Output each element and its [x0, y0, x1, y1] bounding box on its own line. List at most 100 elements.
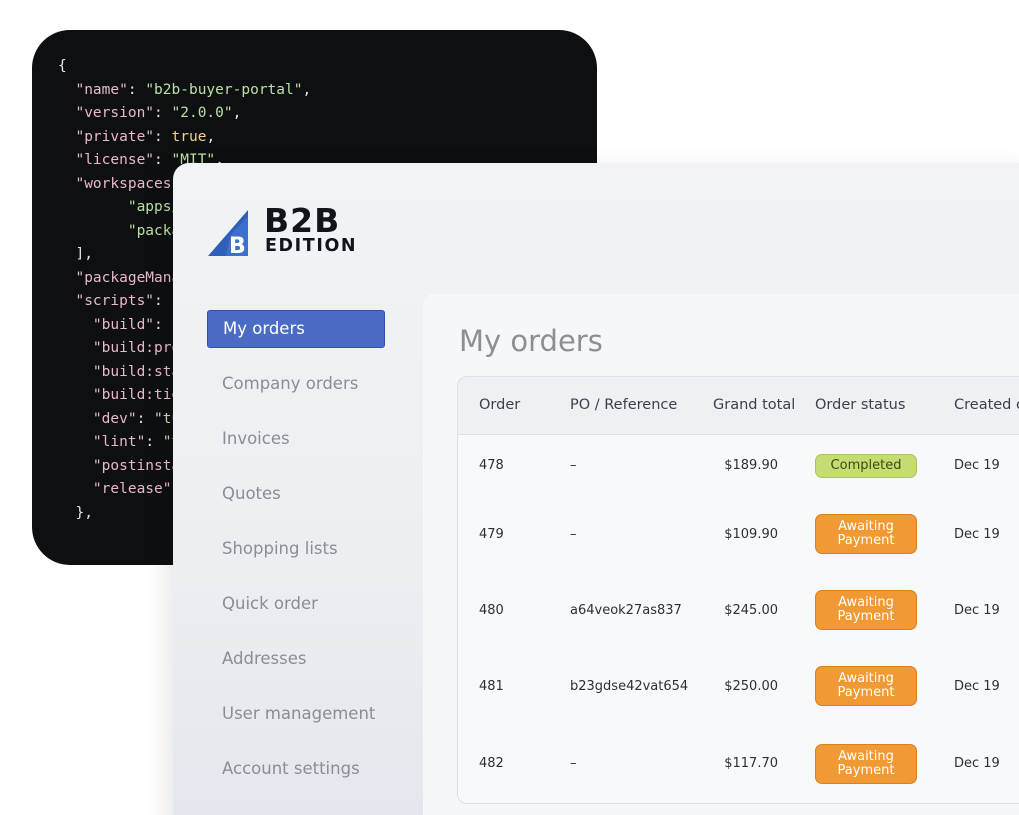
main-panel: My orders Order PO / Reference Grand total…	[423, 294, 1019, 815]
code-token: ,	[232, 105, 242, 121]
column-header[interactable]: Order	[479, 377, 520, 434]
code-token: ,	[302, 81, 312, 98]
grand-total: $109.90	[724, 526, 778, 542]
po-reference: –	[570, 458, 577, 473]
table-row[interactable]: 480 a64veok27as837 $245.00 Awaiting Payment…	[458, 572, 1019, 649]
status-badge: Awaiting Payment	[815, 743, 917, 784]
order-status-cell: Completed	[815, 435, 917, 496]
table-row[interactable]: 481 b23gdse42vat654 $250.00 Awaiting Paymen…	[458, 648, 1019, 725]
status-badge: Awaiting Payment	[815, 514, 917, 554]
created-date: Dec 19	[954, 458, 1000, 473]
code-token: "dev"	[92, 410, 137, 427]
grand-total: $250.00	[724, 678, 778, 694]
logo-subtitle: EDITION	[265, 236, 358, 256]
b2b-logo-mark-icon: B	[208, 210, 248, 256]
order-status-cell: Awaiting Payment	[815, 572, 917, 648]
order-number: 480	[479, 602, 504, 618]
table-row[interactable]: 479 – $109.90 Awaiting Payment Dec 19	[458, 496, 1019, 573]
code-token: "license"	[75, 152, 155, 168]
code-token: :	[154, 316, 172, 333]
status-badge: Awaiting Payment	[815, 666, 917, 706]
created-date: Dec 19	[954, 602, 1000, 618]
code-line: {	[58, 55, 311, 79]
grand-total: $245.00	[724, 602, 778, 618]
order-number: 479	[479, 526, 504, 542]
sidebar-item-company-orders[interactable]: Company orders	[207, 365, 385, 403]
grand-total: $189.90	[724, 458, 778, 473]
sidebar-item-invoices[interactable]: Invoices	[207, 420, 385, 458]
buyer-portal-window: B B2B EDITION My orders Company orders Inv…	[173, 163, 1019, 815]
code-token: "build"	[92, 316, 155, 333]
code-token: "name"	[75, 81, 128, 98]
code-token: },	[58, 504, 93, 521]
created-date: Dec 19	[954, 756, 1000, 771]
code-token: "2.0.0"	[171, 105, 233, 121]
sidebar-item-user-management[interactable]: User management	[207, 695, 385, 733]
code-line: "name": "b2b-buyer-portal",	[58, 79, 311, 103]
order-status-cell: Awaiting Payment	[815, 724, 917, 803]
code-token: :	[154, 128, 172, 145]
code-token: "version"	[75, 105, 155, 121]
order-number: 482	[479, 756, 504, 771]
code-token: {	[58, 58, 67, 74]
code-token: ],	[58, 246, 93, 262]
code-token: "b2b-buyer-portal"	[145, 81, 303, 98]
sidebar-item-addresses[interactable]: Addresses	[207, 640, 385, 678]
table-header: Order PO / Reference Grand total Order stat…	[458, 377, 1019, 435]
column-header[interactable]: PO / Reference	[570, 377, 677, 434]
order-number: 478	[479, 458, 504, 473]
code-token: ,	[206, 128, 216, 145]
sidebar-item-shopping-lists[interactable]: Shopping lists	[207, 530, 385, 568]
status-badge: Completed	[815, 453, 917, 478]
sidebar-item-quick-order[interactable]: Quick order	[207, 585, 385, 623]
code-token: "scripts"	[75, 293, 155, 309]
b2b-edition-logo[interactable]: B B2B EDITION	[208, 201, 368, 258]
status-badge: Awaiting Payment	[815, 590, 917, 630]
po-reference: –	[570, 526, 577, 542]
grand-total: $117.70	[724, 756, 778, 771]
column-header[interactable]: Order status	[815, 377, 905, 434]
code-token: :	[136, 410, 155, 427]
stage: { "name": "b2b-buyer-portal", "version":…	[0, 0, 1019, 815]
code-line: "private": true,	[58, 126, 311, 150]
logo-wordmark: B2B	[264, 201, 341, 240]
column-header[interactable]: Created on	[954, 377, 1019, 434]
orders-table: Order PO / Reference Grand total Order stat…	[457, 376, 1019, 804]
code-token: :	[127, 81, 146, 98]
code-token: "private"	[75, 128, 155, 145]
column-header[interactable]: Grand total	[713, 377, 795, 434]
code-token: "lint"	[92, 434, 146, 450]
sidebar-item-quotes[interactable]: Quotes	[207, 475, 385, 513]
code-token: true	[171, 128, 207, 145]
code-token: "workspaces"	[75, 175, 181, 192]
order-status-cell: Awaiting Payment	[815, 648, 917, 724]
code-token: :	[154, 152, 172, 168]
page-title: My orders	[459, 324, 603, 358]
table-row[interactable]: 478 – $189.90 Completed Dec 19	[458, 435, 1019, 497]
code-token: "release"	[92, 481, 172, 497]
order-status-cell: Awaiting Payment	[815, 496, 917, 572]
po-reference: a64veok27as837	[570, 602, 682, 618]
po-reference: b23gdse42vat654	[570, 678, 689, 694]
table-row[interactable]: 482 – $117.70 Awaiting Payment Dec 19	[458, 724, 1019, 803]
sidebar-item-account-settings[interactable]: Account settings	[207, 750, 385, 788]
po-reference: –	[570, 756, 577, 771]
sidebar-item-my-orders[interactable]: My orders	[207, 310, 385, 348]
code-line: "version": "2.0.0",	[58, 102, 311, 126]
